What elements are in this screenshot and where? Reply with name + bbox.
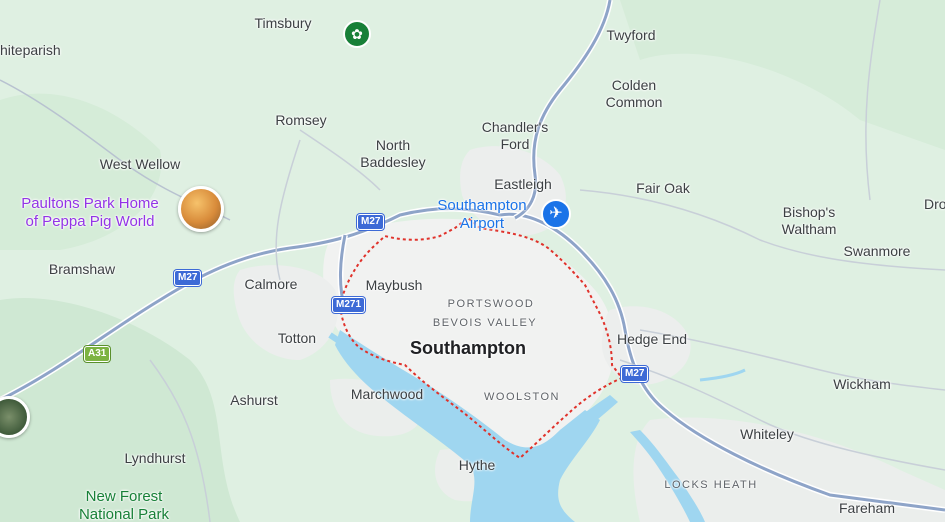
poi-label-new-forest[interactable]: New Forest National Park	[79, 488, 169, 522]
place-label-whiteley: Whiteley	[740, 426, 794, 442]
place-label-twyford: Twyford	[606, 27, 656, 43]
place-label-eastleigh: Eastleigh	[494, 176, 552, 192]
place-label-fareham: Fareham	[838, 500, 896, 516]
city-label-southampton: Southampton	[410, 338, 526, 358]
place-label-droxford: Dro	[924, 196, 945, 212]
place-label-whiteparish: hiteparish	[0, 42, 61, 58]
place-label-north-baddesley: North Baddesley	[360, 137, 426, 170]
place-label-totton: Totton	[277, 330, 317, 346]
place-label-bishops-waltham: Bishop's Waltham	[781, 204, 837, 237]
poi-label-southampton-airport[interactable]: Southampton Airport	[437, 197, 526, 233]
place-label-west-wellow: West Wellow	[99, 156, 181, 172]
place-label-romsey: Romsey	[275, 112, 327, 128]
place-label-ashurst: Ashurst	[230, 392, 278, 408]
road-shield-a31: A31	[84, 346, 111, 362]
place-label-maybush: Maybush	[365, 277, 423, 293]
place-label-wickham: Wickham	[833, 376, 891, 392]
district-label-portswood: PORTSWOOD	[447, 298, 535, 310]
place-label-marchwood: Marchwood	[350, 386, 424, 402]
map-canvas[interactable]: Timsbury Twyford hiteparish Colden Commo…	[0, 0, 945, 522]
place-label-hedge-end: Hedge End	[616, 331, 688, 347]
flower-icon[interactable]: ✿	[343, 20, 371, 48]
district-label-locks-heath: LOCKS HEATH	[664, 479, 758, 491]
place-label-colden-common: Colden Common	[605, 77, 663, 110]
place-label-hythe: Hythe	[458, 457, 496, 473]
place-label-calmore: Calmore	[244, 276, 298, 292]
district-label-bevois-valley: BEVOIS VALLEY	[432, 317, 538, 329]
place-label-lyndhurst: Lyndhurst	[124, 450, 186, 466]
place-label-swanmore: Swanmore	[843, 243, 911, 259]
road-shield-m27: M27	[621, 366, 649, 382]
poi-label-paultons-park[interactable]: Paultons Park Home of Peppa Pig World	[21, 195, 159, 231]
place-label-chandlers-ford: Chandler's Ford	[481, 119, 549, 152]
road-shield-m271: M271	[332, 297, 366, 313]
place-label-fair-oak: Fair Oak	[636, 180, 690, 196]
place-label-bramshaw: Bramshaw	[48, 261, 116, 277]
district-label-woolston: WOOLSTON	[484, 391, 560, 403]
place-label-timsbury: Timsbury	[254, 15, 312, 31]
airplane-icon[interactable]: ✈	[541, 199, 571, 229]
theme-park-photo-icon[interactable]	[178, 186, 224, 232]
map-base-layer	[0, 0, 945, 522]
road-shield-m27: M27	[174, 270, 202, 286]
road-shield-m27: M27	[357, 214, 385, 230]
